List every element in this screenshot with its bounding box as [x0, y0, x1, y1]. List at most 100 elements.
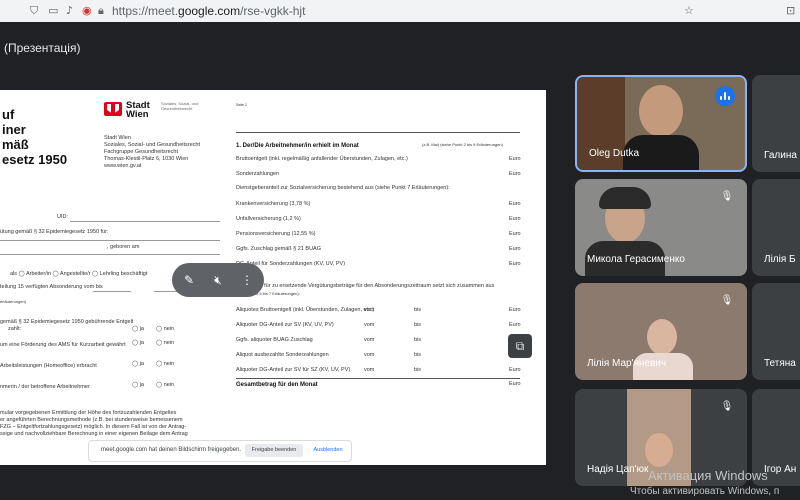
participant-name: Микола Герасименко: [587, 254, 685, 265]
participant-name: Лілія Б: [764, 254, 796, 265]
currency-label: Euro: [509, 201, 521, 207]
doc-title-line-4: esetz 1950: [2, 152, 68, 167]
headphones: [599, 187, 651, 209]
stop-sharing-button[interactable]: Freigabe beenden: [245, 444, 303, 457]
participant-name: Лілія Мар'яневич: [587, 358, 667, 369]
row-label: Krankenversicherung (3,78 %): [236, 201, 311, 207]
shield-icon[interactable]: ⛉: [30, 4, 38, 18]
url-domain: google.com: [178, 4, 241, 18]
yes-option: ◯ ja: [132, 382, 144, 388]
hide-button[interactable]: Ausblenden: [309, 444, 347, 457]
participant-tile[interactable]: Галина: [752, 75, 800, 172]
bookmark-star-icon[interactable]: ☆: [684, 4, 694, 17]
participant-name: Oleg Dutka: [589, 148, 640, 159]
form-line: [70, 221, 220, 222]
divider: [236, 378, 520, 379]
row-label: Aliquoter DG-Anteil zur SV (KV, UV, PV): [236, 322, 334, 328]
recording-icon[interactable]: ◉: [82, 4, 92, 17]
form-note: erläuterungen): [0, 299, 27, 304]
form-line: [0, 254, 220, 255]
address-line: www.wien.gv.at: [104, 163, 142, 169]
participant-tile[interactable]: 🎙︎ Лілія Мар'яневич: [575, 283, 747, 380]
row-label: Bruttoentgelt (inkl. regelmäßig anfallen…: [236, 156, 408, 162]
picture-in-picture-icon: ⧉: [515, 339, 525, 353]
divider: [236, 132, 520, 133]
no-option: ◯ nein: [156, 361, 175, 367]
yes-option: ◯ ja: [132, 340, 144, 346]
currency-label: Euro: [509, 156, 521, 162]
doc-title-line-1: uf: [2, 107, 15, 122]
doc-title-line-2: iner: [2, 122, 26, 137]
uid-label: UID:: [57, 214, 68, 220]
currency-label: Euro: [509, 171, 521, 177]
participant-tile[interactable]: 🎙︎ Микола Герасименко: [575, 179, 747, 276]
total-label: Gesamtbetrag für den Monat: [236, 382, 318, 388]
muted-microphone-icon: 🎙︎: [720, 191, 734, 202]
participant-name: Галина: [764, 150, 797, 161]
pin-icon[interactable]: ✎: [180, 271, 198, 289]
participant-name: Надія Цап'юк: [587, 464, 649, 475]
currency-label: Euro: [509, 307, 521, 313]
participant-tile[interactable]: Лілія Б: [752, 179, 800, 276]
browser-address-bar: ⛉ ▭ ♪ ◉ 🔒︎ https://meet.google.com/rse-v…: [0, 0, 800, 23]
to-label: bis: [414, 322, 422, 328]
form-row: teilung 15 verfügten Absonderung vom bis: [0, 284, 103, 290]
url-path: /rse-vgkk-hjt: [240, 4, 306, 18]
participant-video: [647, 319, 677, 355]
muted-microphone-icon: 🎙︎: [720, 295, 734, 306]
currency-label: Euro: [509, 216, 521, 222]
speaking-indicator-icon: [715, 86, 735, 106]
to-label: bis: [414, 367, 422, 373]
windows-activation-hint: Чтобы активировать Windows, п: [630, 486, 780, 497]
participant-tile[interactable]: Oleg Dutka: [575, 75, 747, 172]
row-label: Ggfs. aliquoter BUAG Zuschlag: [236, 337, 313, 343]
row-label: Aliquot ausbezahlte Sonderzahlungen: [236, 352, 329, 358]
participant-name: Тетяна: [764, 358, 796, 369]
picture-in-picture-button[interactable]: ⧉: [508, 334, 532, 358]
mute-presentation-icon[interactable]: 🔇︎: [209, 271, 227, 289]
employment-type-row: als ◯ Arbeiter/in ◯ Angestellte/r ◯ Lehr…: [10, 271, 148, 277]
currency-label: Euro: [509, 322, 521, 328]
extensions-icon[interactable]: ⊡: [786, 4, 795, 17]
from-label: vom: [364, 352, 375, 358]
no-option: ◯ nein: [156, 382, 175, 388]
to-label: bis: [414, 307, 422, 313]
section2-title: Der Betrag für zu ersetzende Vergütungsb…: [236, 283, 495, 289]
paragraph-line: FZG – Entgeltfortzahlungsgesetz) möglich…: [0, 424, 187, 430]
row-label: Aliquoter DG-Anteil zur SV für SZ (KV, U…: [236, 367, 351, 373]
section-title: 1. Der/Die Arbeitnehmer/in erhielt im Mo…: [236, 143, 359, 149]
row-label: Unfallversicherung (1,2 %): [236, 216, 301, 222]
camera-icon[interactable]: ▭: [48, 4, 58, 17]
participant-name: Ігор Ан: [764, 464, 797, 475]
screen-sharing-bar: meet.google.com hat deinen Bildschirm fr…: [88, 440, 352, 462]
presentation-controls: ✎ 🔇︎ ⋮: [172, 263, 264, 297]
form-line: [0, 240, 220, 241]
from-label: vom: [364, 307, 375, 313]
microphone-icon[interactable]: ♪: [66, 4, 73, 17]
currency-label: Euro: [509, 367, 521, 373]
paragraph-line: er angeführten Berechnungsmethode (z.B. …: [0, 417, 183, 423]
url-prefix: https://meet.: [112, 4, 179, 18]
row-label: Ggfs. Zuschlag gemäß § 21 BUAG: [236, 246, 321, 252]
participant-video: [639, 85, 683, 137]
coat-of-arms-cross: [111, 104, 115, 114]
yes-option: ◯ ja: [132, 326, 144, 332]
more-options-icon[interactable]: ⋮: [238, 271, 256, 289]
presentation-slide: uf iner mäß esetz 1950 Stadt Wien Sozial…: [0, 90, 546, 465]
participant-tile[interactable]: Тетяна: [752, 283, 800, 380]
url-field[interactable]: https://meet.google.com/rse-vgkk-hjt: [112, 4, 305, 18]
row-label: Sonderzahlungen: [236, 171, 280, 177]
row-label: Aliquotes Bruttoentgelt (inkl. Überstund…: [236, 307, 375, 313]
form-line: [93, 291, 131, 292]
currency-label: Euro: [509, 261, 521, 267]
participant-face: [645, 433, 673, 467]
muted-microphone-icon: 🎙︎: [720, 401, 734, 412]
address-line: Fachgruppe Gesundheitsrecht: [104, 149, 178, 155]
paragraph-line: mular vorgegebenen Ermittlung der Höhe d…: [0, 410, 177, 416]
form-row: gemäß § 32 Epidemiegesetz 1950 gebührend…: [0, 319, 134, 325]
from-label: vom: [364, 322, 375, 328]
lock-icon[interactable]: 🔒︎: [98, 4, 104, 18]
form-row: nmerin / der betroffene Arbeitnehmer: [0, 384, 90, 390]
logo-subtitle: Soziales, Sozial- und Gesundheitsrecht: [161, 101, 199, 111]
to-label: bis: [414, 337, 422, 343]
